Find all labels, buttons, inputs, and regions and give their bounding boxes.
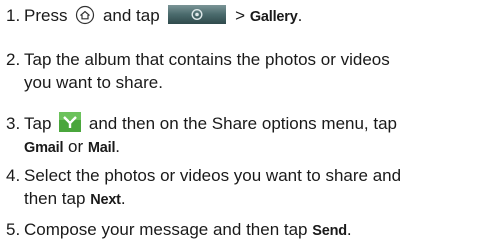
step-number: 3.	[6, 114, 21, 133]
camera-gallery-button-icon	[168, 5, 227, 24]
step-text: Tap and then on the Share options menu, …	[24, 112, 398, 156]
step-number: 1.	[6, 6, 21, 25]
step-number: 4.	[6, 166, 21, 185]
share-menu-icon	[59, 112, 82, 132]
home-button-icon	[76, 5, 95, 25]
step-text: Press and tap > Gallery.	[24, 5, 303, 25]
step-text: Tap the album that contains the photos o…	[24, 50, 390, 92]
instruction-steps: 1. Press and tap > Gallery. 2. Tap the a…	[0, 0, 483, 241]
step-text: Select the photos or videos you want to …	[24, 166, 402, 208]
step-text: Compose your message and then tap Send.	[24, 220, 352, 239]
step-number: 5.	[6, 220, 21, 239]
step-number: 2.	[6, 50, 21, 69]
